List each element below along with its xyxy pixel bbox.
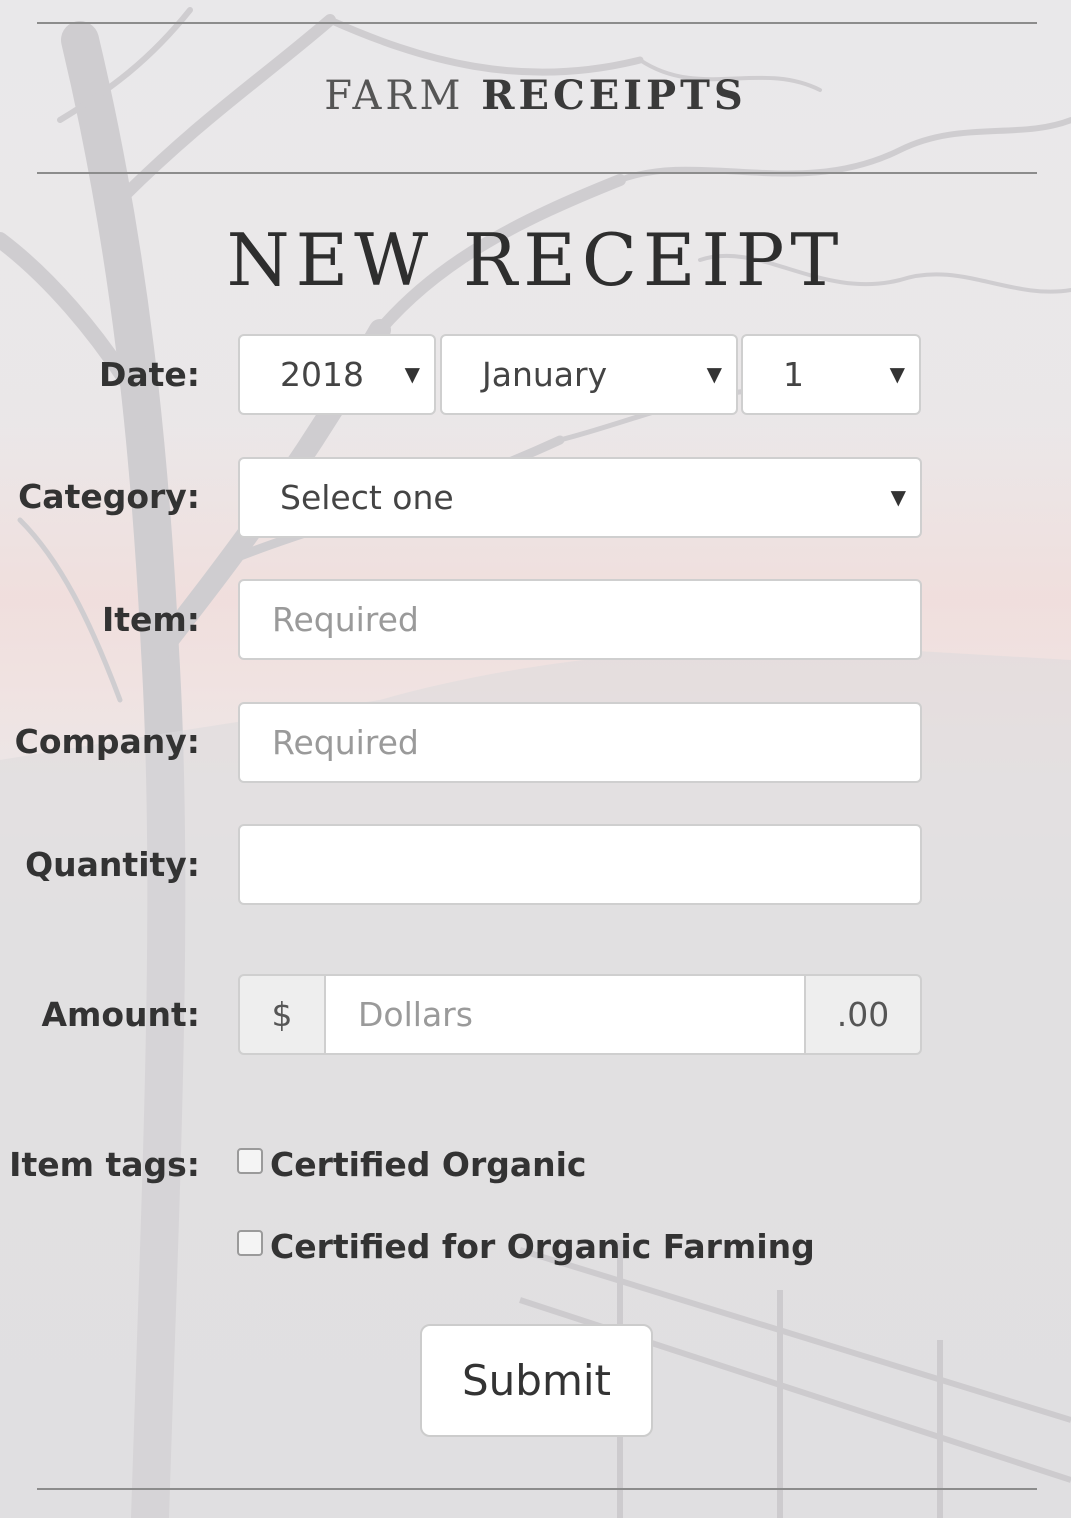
certified-organic-farming-checkbox[interactable] (237, 1230, 263, 1256)
day-select[interactable]: 1 ▼ (741, 334, 921, 415)
category-select[interactable]: Select one ▼ (238, 457, 922, 538)
year-select[interactable]: 2018 ▼ (238, 334, 436, 415)
brand-word-farm: FARM (324, 73, 465, 119)
chevron-down-icon: ▼ (706, 361, 722, 386)
amount-cents-addon: .00 (804, 974, 922, 1055)
header-divider (37, 172, 1037, 174)
page-title: NEW RECEIPT (226, 218, 845, 302)
chevron-down-icon: ▼ (889, 361, 905, 386)
day-select-value: 1 (783, 355, 804, 394)
currency-symbol: $ (271, 995, 293, 1034)
company-input[interactable] (238, 702, 922, 783)
certified-organic-label[interactable]: Certified Organic (270, 1145, 587, 1184)
month-select[interactable]: January ▼ (440, 334, 738, 415)
item-label: Item: (101, 600, 200, 639)
top-divider (37, 22, 1037, 24)
bottom-divider (37, 1488, 1037, 1490)
quantity-input[interactable] (238, 824, 922, 905)
receipt-page: FARM RECEIPTS NEW RECEIPT Date: 2018 ▼ J… (0, 0, 1071, 1518)
year-select-value: 2018 (280, 355, 364, 394)
company-label: Company: (14, 722, 200, 761)
category-select-value: Select one (280, 478, 454, 517)
amount-label: Amount: (41, 995, 200, 1034)
certified-organic-farming-label[interactable]: Certified for Organic Farming (270, 1227, 815, 1266)
chevron-down-icon: ▼ (890, 484, 906, 509)
category-label: Category: (18, 477, 200, 516)
amount-dollars-input[interactable] (324, 974, 806, 1055)
month-select-value: January (482, 355, 608, 394)
amount-currency-addon: $ (238, 974, 326, 1055)
date-label: Date: (98, 355, 200, 394)
quantity-label: Quantity: (25, 845, 200, 884)
cents-suffix: .00 (836, 995, 890, 1034)
submit-button[interactable]: Submit (420, 1324, 653, 1437)
chevron-down-icon: ▼ (404, 361, 420, 386)
item-tags-label: Item tags: (9, 1145, 200, 1184)
certified-organic-checkbox[interactable] (237, 1148, 263, 1174)
item-input[interactable] (238, 579, 922, 660)
brand-word-receipts: RECEIPTS (481, 72, 747, 119)
site-brand[interactable]: FARM RECEIPTS (0, 72, 1071, 119)
